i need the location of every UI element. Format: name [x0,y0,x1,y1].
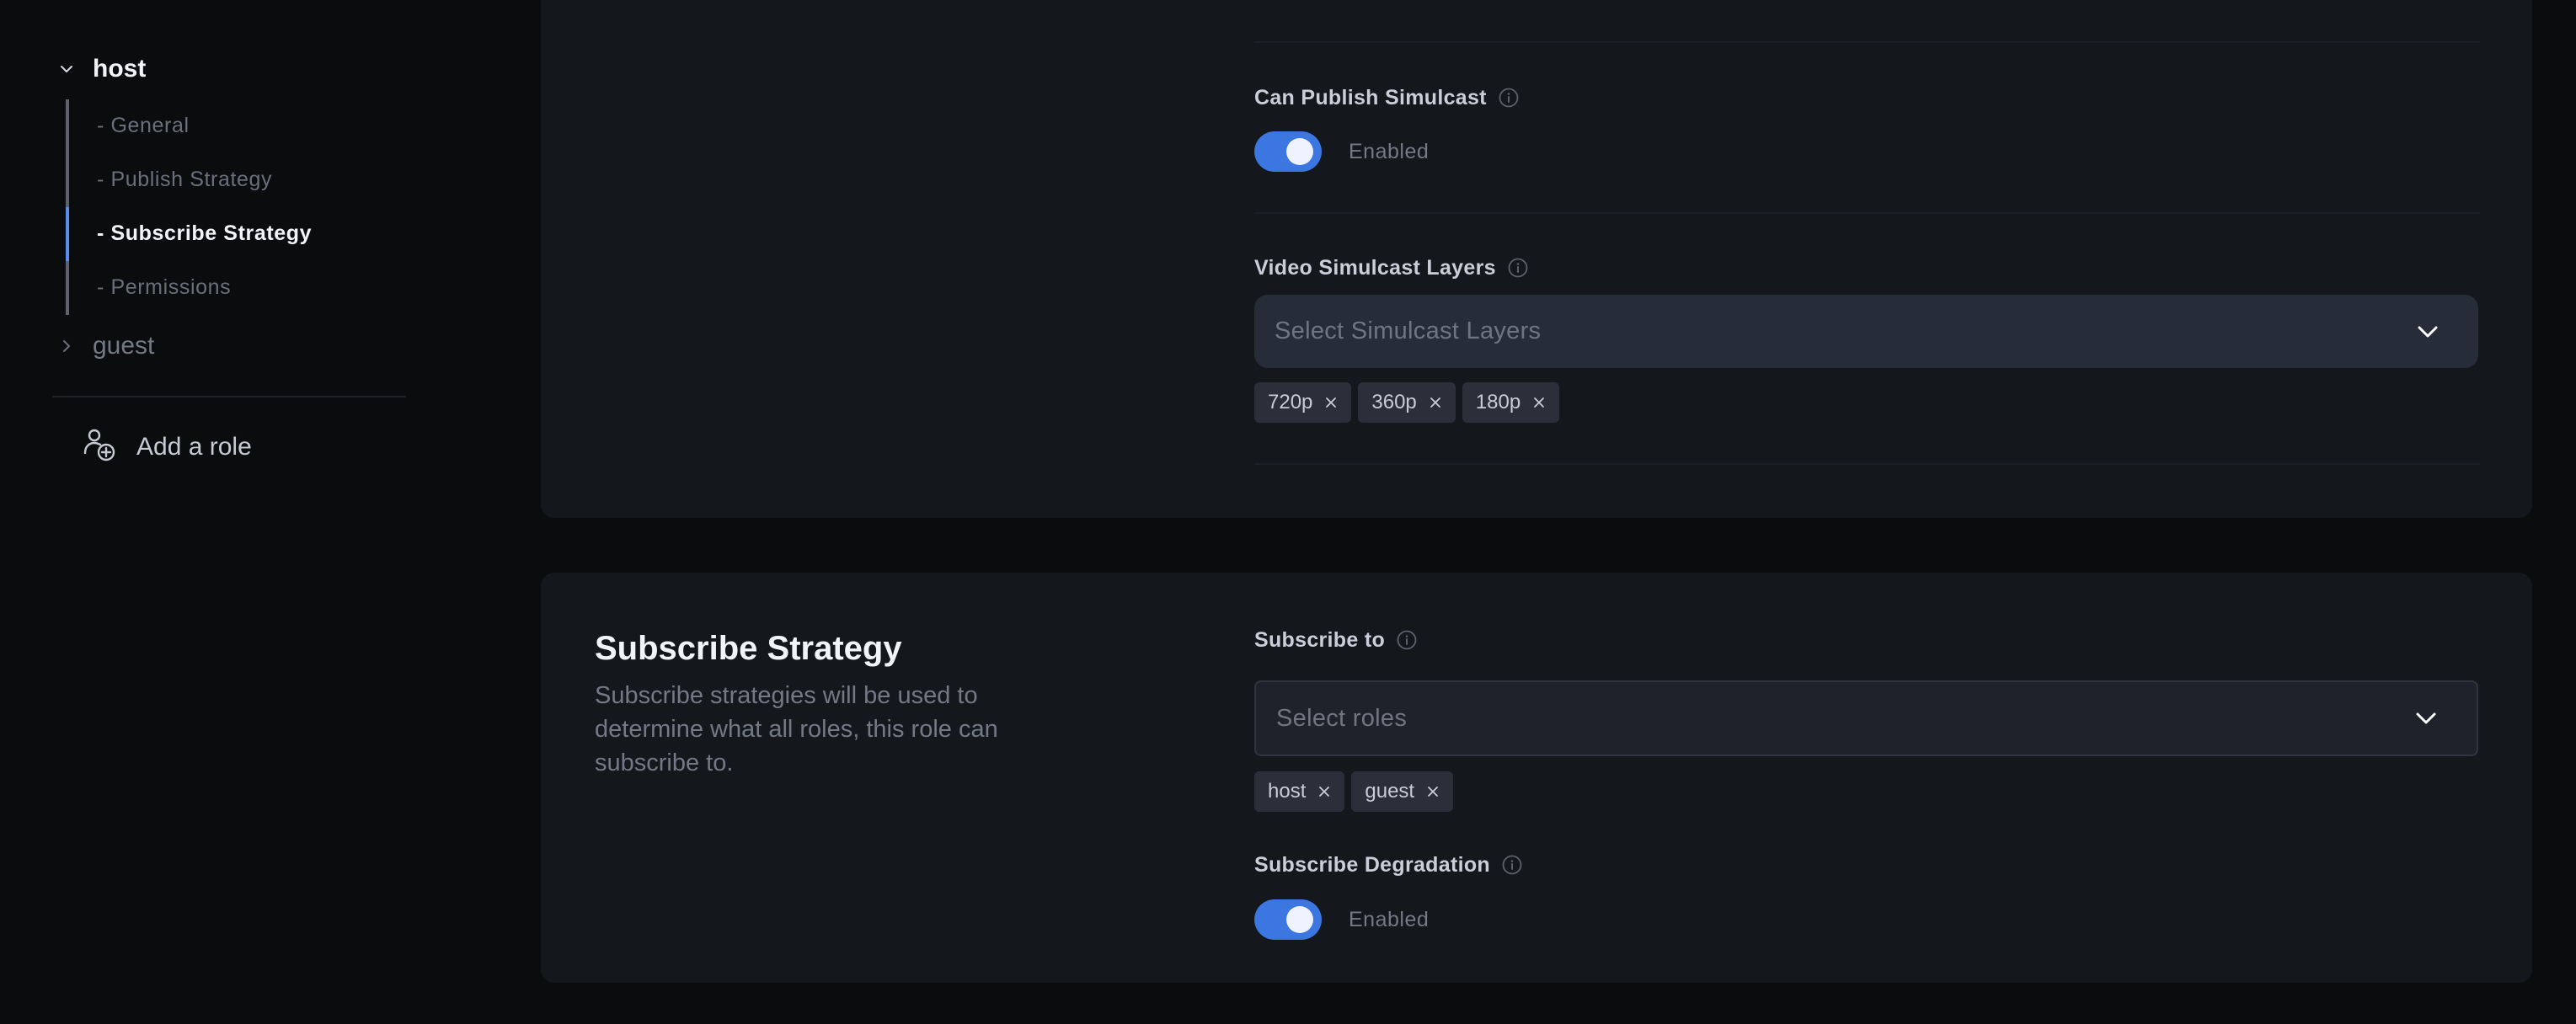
section-title: Subscribe Strategy [595,630,902,667]
chevron-down-icon [52,55,81,83]
toggle-knob [1286,906,1313,933]
divider [1254,41,2480,43]
close-icon[interactable] [1532,396,1546,409]
subscribe-to-label: Subscribe to [1254,627,1417,653]
tag-chip: 720p [1254,382,1352,423]
sidebar-item-permissions[interactable]: - Permissions [97,274,231,301]
info-icon[interactable] [1397,630,1417,650]
close-icon[interactable] [1426,785,1440,798]
toggle-knob [1286,138,1313,165]
chevron-right-icon [52,332,81,360]
select-placeholder: Select Simulcast Layers [1275,317,1542,344]
subscribe-degradation-toggle[interactable] [1254,899,1322,940]
subscribe-degradation-row: Enabled [1254,899,1429,940]
subscribe-degradation-label: Subscribe Degradation [1254,851,1522,878]
tag-label: guest [1365,780,1415,803]
sidebar-item-general[interactable]: - General [97,112,190,139]
tag-chip: 360p [1358,382,1456,423]
simulcast-layers-select[interactable]: Select Simulcast Layers [1254,295,2478,368]
can-publish-simulcast-row: Enabled [1254,131,1429,172]
tag-chip: guest [1351,771,1454,812]
tag-label: 360p [1371,391,1417,413]
toggle-state-text: Enabled [1349,907,1430,931]
subscribe-strategy-panel: Subscribe Strategy Subscribe strategies … [541,573,2532,983]
chevron-down-icon [2413,705,2440,732]
tag-label: 180p [1475,391,1521,413]
close-icon[interactable] [1429,396,1442,409]
sidebar-divider [52,396,406,397]
info-icon[interactable] [1502,855,1522,875]
tag-label: host [1268,780,1307,803]
label-text: Subscribe Degradation [1254,852,1490,877]
close-icon[interactable] [1324,396,1338,409]
subscribe-roles-tags: host guest [1254,771,1454,812]
close-icon[interactable] [1317,785,1331,798]
subscribe-roles-select[interactable]: Select roles [1254,680,2478,756]
label-text: Video Simulcast Layers [1254,255,1496,280]
label-text: Subscribe to [1254,627,1386,652]
add-role-label: Add a role [136,432,252,461]
toggle-state-text: Enabled [1349,139,1430,163]
info-icon[interactable] [1499,88,1519,108]
section-description: Subscribe strategies will be used to det… [595,682,998,776]
role-name: guest [93,332,155,360]
tag-chip: host [1254,771,1345,812]
simulcast-layers-tags: 720p 360p 180p [1254,382,1560,423]
role-host-toggle[interactable]: host [52,54,146,84]
tag-chip: 180p [1462,382,1560,423]
info-icon[interactable] [1508,258,1528,278]
sidebar-item-publish-strategy[interactable]: - Publish Strategy [97,166,272,193]
add-role-button[interactable]: Add a role [83,428,252,466]
can-publish-simulcast-toggle[interactable] [1254,131,1322,172]
sidebar-item-subscribe-strategy[interactable]: - Subscribe Strategy [97,220,312,247]
publish-strategy-panel: Can Publish Simulcast Enabled Video Simu… [541,0,2532,518]
label-text: Can Publish Simulcast [1254,85,1487,109]
video-simulcast-layers-label: Video Simulcast Layers [1254,254,1528,281]
submenu-track [66,99,69,315]
roles-sidebar: host - General - Publish Strategy - Subs… [0,0,472,1024]
user-add-icon [83,428,116,466]
role-guest-toggle[interactable]: guest [52,331,154,361]
chevron-down-icon [2414,318,2441,345]
active-indicator [66,207,69,261]
role-name: host [93,55,147,83]
select-placeholder: Select roles [1276,704,1408,732]
tag-label: 720p [1268,391,1313,413]
can-publish-simulcast-label: Can Publish Simulcast [1254,84,1519,111]
divider [1254,463,2480,465]
divider [1254,212,2480,214]
